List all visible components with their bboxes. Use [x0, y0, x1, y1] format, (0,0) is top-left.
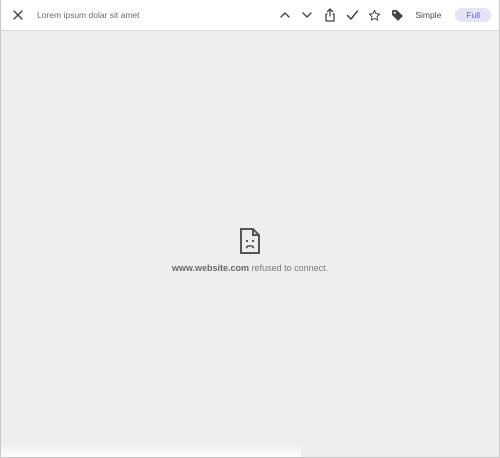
favorite-button[interactable]: [367, 7, 383, 23]
error-message-block: www.website.com refused to connect.: [1, 228, 499, 273]
close-button[interactable]: [10, 7, 26, 23]
broken-page-icon: [240, 228, 260, 254]
error-text: www.website.com refused to connect.: [172, 263, 328, 273]
browser-frame: Lorem ipsum dolar sit amet Simple Full w…: [0, 0, 500, 458]
close-icon: [13, 10, 23, 20]
full-mode-button[interactable]: Full: [455, 8, 491, 22]
error-host: www.website.com: [171, 263, 250, 273]
bottom-shadow: [1, 443, 301, 457]
share-button[interactable]: [322, 7, 338, 23]
toolbar: Lorem ipsum dolar sit amet Simple Full: [1, 0, 499, 31]
error-message: refused to connect.: [251, 263, 329, 273]
tag-icon: [391, 9, 403, 21]
star-icon: [369, 9, 381, 21]
previous-button[interactable]: [277, 7, 293, 23]
chevron-down-icon: [302, 12, 313, 18]
next-button[interactable]: [299, 7, 315, 23]
chevron-up-icon: [280, 12, 290, 18]
mark-done-button[interactable]: [344, 7, 360, 23]
page-title: Lorem ipsum dolar sit amet: [37, 10, 140, 20]
tag-button[interactable]: [389, 7, 405, 23]
simple-mode-button[interactable]: Simple: [415, 10, 441, 20]
check-icon: [346, 10, 359, 20]
share-icon: [325, 8, 335, 22]
webview-content: www.website.com refused to connect.: [1, 31, 499, 457]
